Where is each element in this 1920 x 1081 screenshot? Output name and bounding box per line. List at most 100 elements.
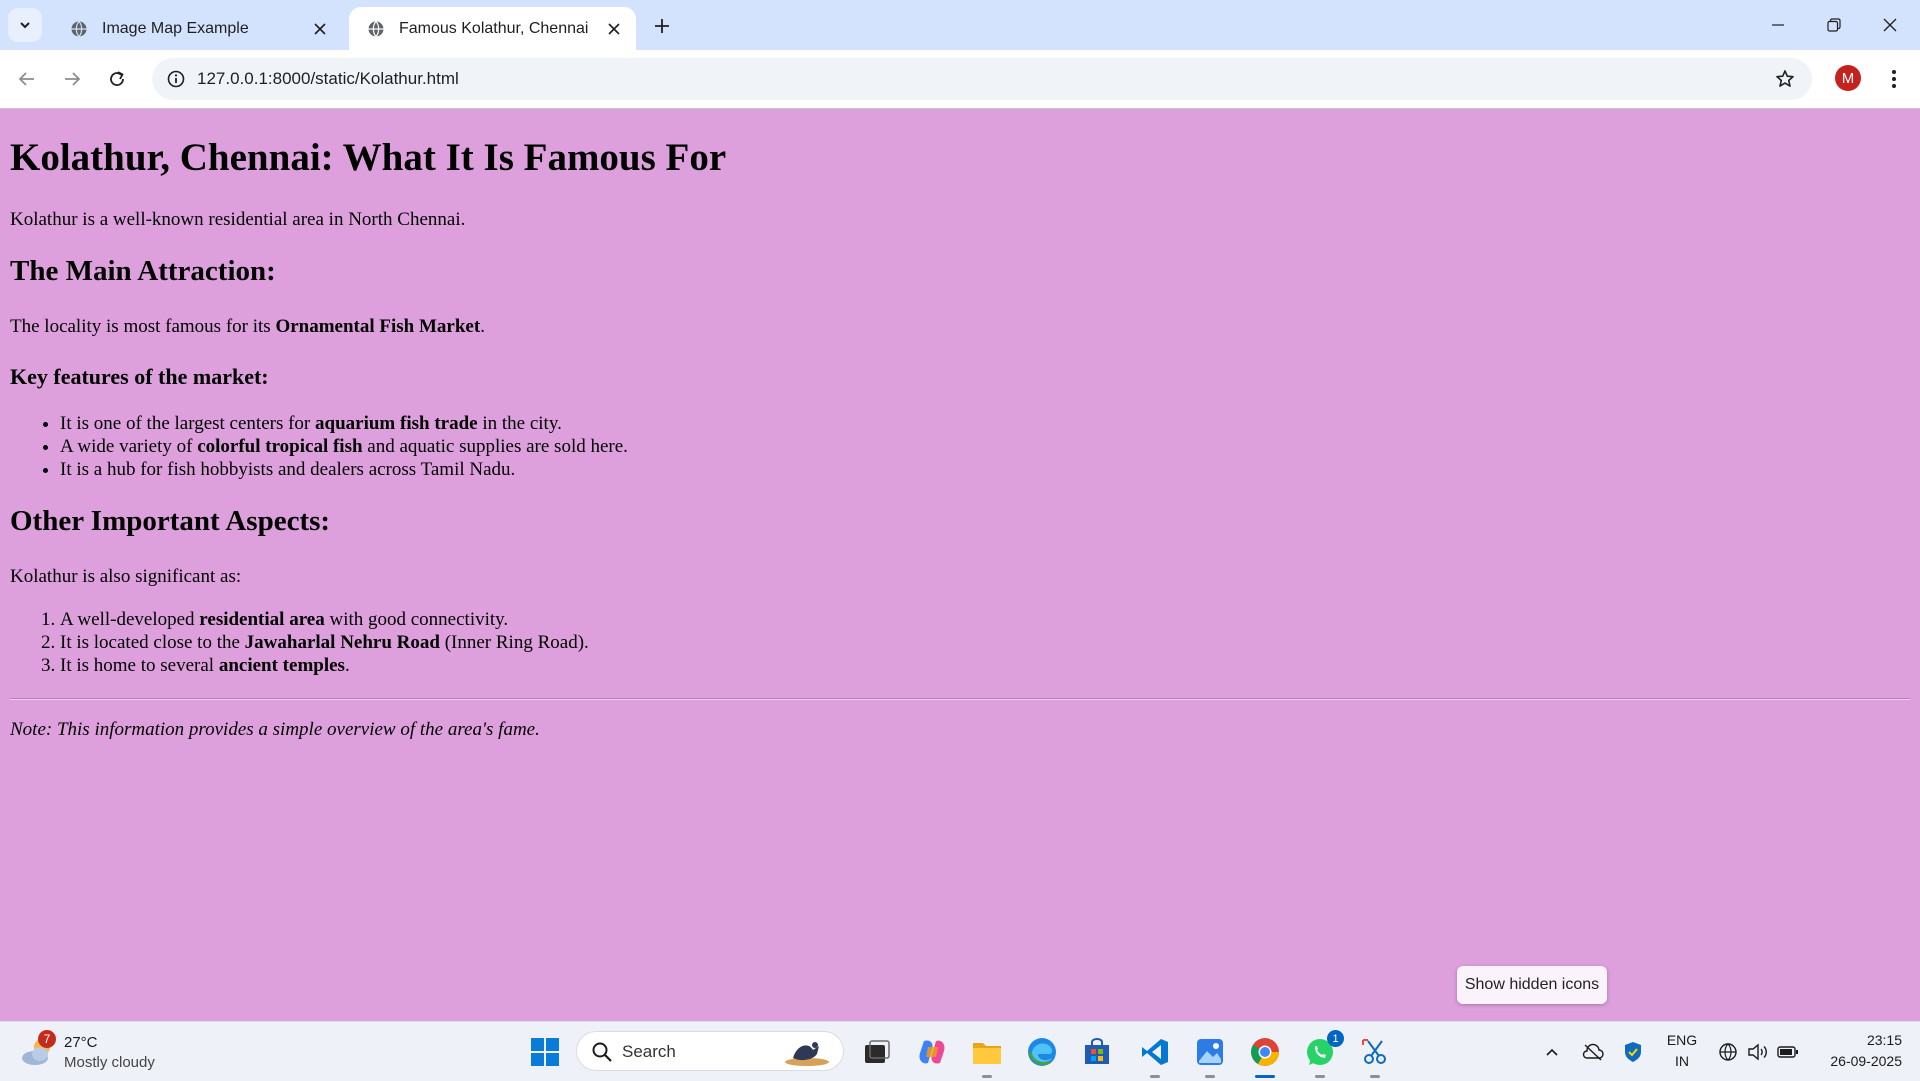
weather-badge: 7 [38,1030,56,1048]
web-page-content: Kolathur, Chennai: What It Is Famous For… [0,109,1920,1021]
edge-button[interactable] [1024,1034,1060,1070]
onedrive-button[interactable] [1578,1034,1608,1070]
text: in the city. [477,413,562,434]
tab-search-button[interactable] [8,8,42,42]
show-hidden-icons-button[interactable] [1536,1034,1568,1070]
page-title: Kolathur, Chennai: What It Is Famous For [10,136,727,179]
globe-icon [368,20,384,37]
key-features-heading: Key features of the market: [10,364,269,389]
main-attraction-heading: The Main Attraction: [10,255,276,287]
bold-text: ancient temples [218,655,345,676]
photos-icon [1197,1039,1223,1065]
whatsapp-badge: 1 [1327,1030,1344,1047]
copilot-icon [919,1040,945,1064]
volume-button[interactable] [1744,1034,1772,1070]
bold-text: Ornamental Fish Market [275,316,481,337]
scissors-icon [1362,1039,1386,1064]
language-indicator[interactable]: ENG IN [1662,1030,1702,1072]
task-view-button[interactable] [859,1034,895,1070]
text: A wide variety of [60,436,198,457]
address-bar[interactable]: 127.0.0.1:8000/static/Kolathur.html [152,58,1812,100]
browser-menu-button[interactable] [1878,62,1910,96]
running-indicator [1255,1075,1275,1078]
note-text: Note: This information provides a simple… [10,719,540,740]
star-icon [1776,70,1794,87]
bold-text: aquarium fish trade [315,413,478,434]
text: A well-developed [60,609,200,630]
text: The locality is most famous for its [10,316,276,337]
reload-button[interactable] [100,62,134,96]
minimize-button[interactable] [1750,0,1806,50]
text: and aquatic supplies are sold here. [362,436,628,457]
restore-button[interactable] [1806,0,1862,50]
arrow-left-icon [18,72,34,86]
chrome-button[interactable] [1247,1034,1283,1078]
intro-paragraph: Kolathur is a well-known residential are… [10,209,466,230]
text: It is home to several [60,655,219,676]
task-view-icon [865,1040,890,1063]
start-button[interactable] [527,1034,563,1070]
weather-temperature: 27°C [64,1034,98,1051]
close-tab-icon[interactable] [604,19,624,39]
reload-icon [110,71,124,86]
list-item: It is home to several ancient temples. [60,654,589,677]
browser-toolbar: 127.0.0.1:8000/static/Kolathur.html M [0,50,1920,109]
file-explorer-button[interactable] [969,1034,1005,1078]
tab-strip: Image Map Example Famous Kolathur, Chenn… [0,0,1920,50]
globe-icon [1719,1043,1737,1061]
vscode-button[interactable] [1137,1034,1173,1078]
forward-button[interactable] [55,62,89,96]
new-tab-button[interactable] [648,12,676,40]
running-indicator [982,1075,992,1078]
globe-icon [71,20,87,37]
whatsapp-button[interactable]: 1 [1302,1030,1344,1078]
text: with good connectivity. [324,609,509,630]
key-features-list: It is one of the largest centers for aqu… [10,412,628,481]
tab-title: Famous Kolathur, Chennai [399,19,589,37]
text: . [344,655,350,676]
bold-text: Jawaharlal Nehru Road [244,632,440,653]
arrow-right-icon [65,72,81,86]
weather-widget[interactable]: 7 27°C Mostly cloudy [20,1030,180,1074]
running-indicator [1315,1075,1325,1078]
security-button[interactable] [1618,1034,1648,1070]
bookmark-button[interactable] [1770,64,1800,94]
clock-time: 23:15 [1866,1032,1902,1048]
tab-image-map-example[interactable]: Image Map Example [52,7,342,50]
list-item: It is a hub for fish hobbyists and deale… [60,458,628,481]
region-code: IN [1675,1053,1689,1069]
site-info-button[interactable] [160,63,192,95]
microsoft-store-button[interactable] [1079,1034,1115,1070]
clock[interactable]: 23:15 26-09-2025 [1812,1030,1902,1072]
search-highlight-icon [785,1042,829,1066]
tab-famous-kolathur[interactable]: Famous Kolathur, Chennai [349,7,636,50]
list-item: It is one of the largest centers for aqu… [60,412,628,435]
text: . [480,316,485,337]
info-icon [167,70,185,88]
snipping-tool-button[interactable] [1357,1034,1393,1078]
language-code: ENG [1666,1032,1698,1048]
profile-avatar[interactable]: M [1835,65,1861,91]
back-button[interactable] [10,62,44,96]
photos-button[interactable] [1192,1034,1228,1078]
battery-button[interactable] [1774,1034,1802,1070]
store-icon [1085,1038,1109,1064]
network-button[interactable] [1714,1034,1742,1070]
minimize-icon [1772,24,1784,26]
chevron-up-icon [1546,1048,1558,1056]
copilot-button[interactable] [914,1034,950,1070]
shield-icon [1625,1042,1641,1062]
close-tab-icon[interactable] [310,19,330,39]
cloud-offline-icon [1582,1043,1604,1061]
taskbar-search[interactable]: Search [576,1031,844,1071]
close-window-button[interactable] [1862,0,1918,50]
text: (Inner Ring Road). [439,632,589,653]
edge-icon [1028,1038,1056,1066]
tab-title: Image Map Example [102,19,249,37]
text: It is a hub for fish hobbyists and deale… [60,459,516,480]
other-aspects-list: A well-developed residential area with g… [10,608,589,677]
url-text[interactable]: 127.0.0.1:8000/static/Kolathur.html [197,69,459,89]
list-item: A well-developed residential area with g… [60,608,589,631]
show-hidden-icons-tooltip: Show hidden icons [1457,966,1607,1004]
search-label: Search [622,1042,676,1061]
